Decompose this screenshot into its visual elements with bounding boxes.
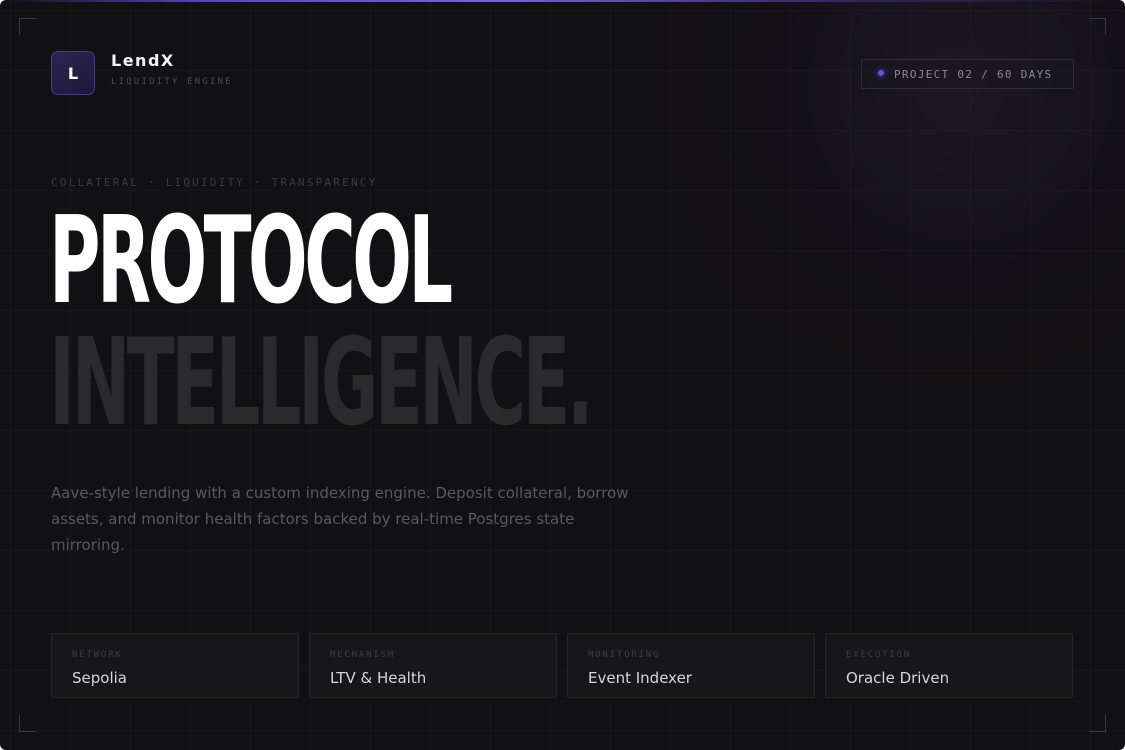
corner-bracket-top-left <box>19 18 36 35</box>
project-badge: PROJECT 02 / 60 DAYS <box>861 59 1074 89</box>
card-value: Event Indexer <box>588 669 692 687</box>
corner-bracket-bottom-right <box>1089 715 1106 732</box>
feature-card-network: NETWORK Sepolia <box>51 633 299 698</box>
headline-secondary: INTELLIGENCE. <box>49 314 594 453</box>
card-value: LTV & Health <box>330 669 427 687</box>
card-label: MONITORING <box>588 650 661 660</box>
eyebrow-tagline: COLLATERAL · LIQUIDITY · TRANSPARENCY <box>51 176 378 189</box>
brand-text: LendX LIQUIDITY ENGINE <box>111 51 233 88</box>
hero-description: Aave-style lending with a custom indexin… <box>51 484 629 554</box>
accent-top-line <box>0 0 1125 2</box>
corner-bracket-top-right <box>1089 18 1106 35</box>
status-dot-icon <box>878 69 884 76</box>
feature-cards: NETWORK Sepolia MECHANISM LTV & Health M… <box>51 633 1073 698</box>
headline-primary: PROTOCOL <box>49 192 453 331</box>
card-label: EXECUTION <box>846 650 911 660</box>
brand-subtitle: LIQUIDITY ENGINE <box>111 76 233 87</box>
logo: L <box>51 51 95 95</box>
card-value: Sepolia <box>72 669 127 687</box>
feature-card-execution: EXECUTION Oracle Driven <box>825 633 1073 698</box>
feature-card-monitoring: MONITORING Event Indexer <box>567 633 815 698</box>
brand: L LendX LIQUIDITY ENGINE <box>51 51 233 95</box>
project-label: PROJECT 02 / 60 DAYS <box>894 67 1053 81</box>
card-label: MECHANISM <box>330 650 395 660</box>
brand-name: LendX <box>111 50 175 70</box>
hero-slide: L LendX LIQUIDITY ENGINE PROJECT 02 / 60… <box>0 0 1125 750</box>
card-label: NETWORK <box>72 650 123 660</box>
logo-letter: L <box>67 63 79 83</box>
card-value: Oracle Driven <box>846 669 950 687</box>
corner-bracket-bottom-left <box>19 715 36 732</box>
feature-card-mechanism: MECHANISM LTV & Health <box>309 633 557 698</box>
